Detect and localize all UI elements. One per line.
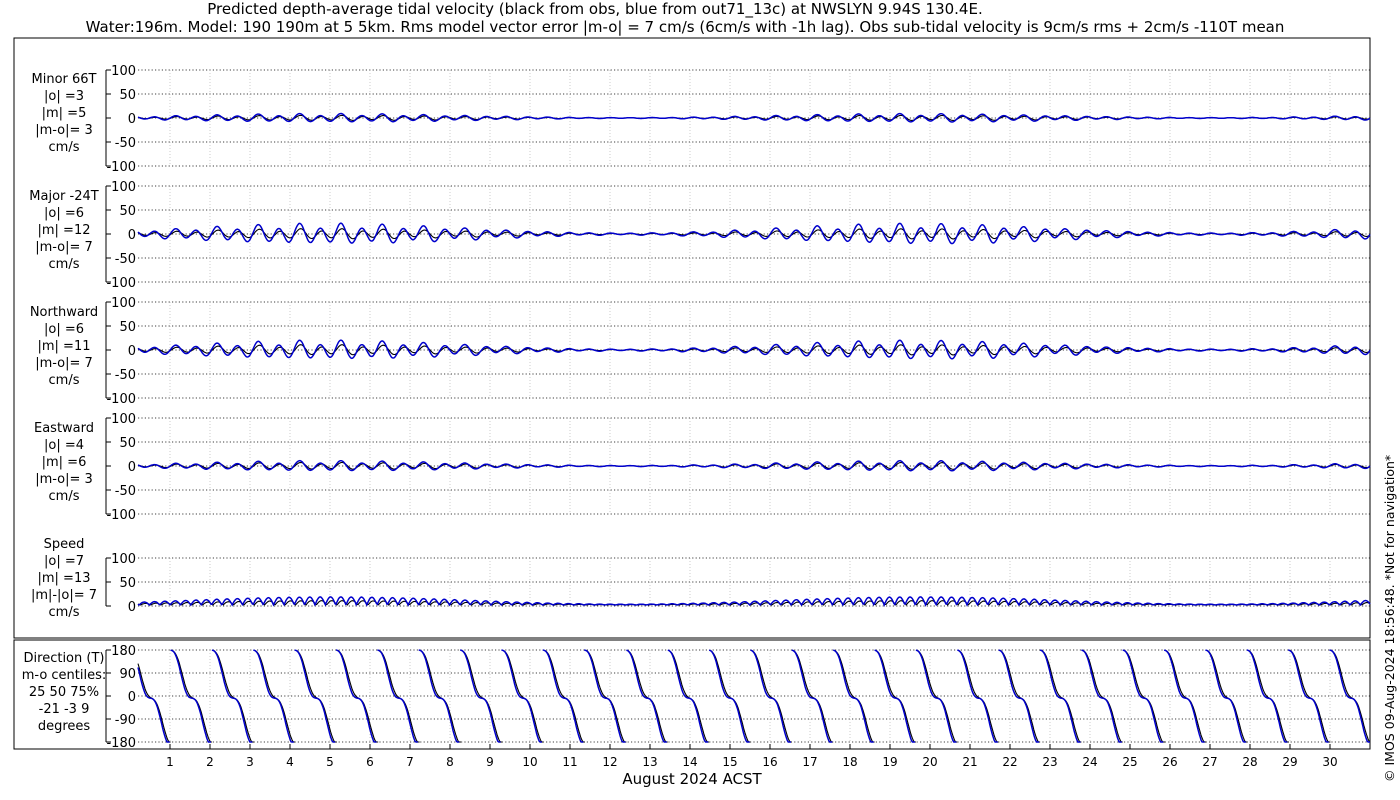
x-tick-label: 5 bbox=[326, 755, 334, 769]
x-tick-label: 12 bbox=[602, 755, 617, 769]
panel-side-label: |o| =7 bbox=[44, 554, 84, 569]
y-tick-label: 90 bbox=[119, 667, 136, 682]
panel-side-label: |m-o|= 7 bbox=[35, 240, 93, 255]
y-tick-label: 100 bbox=[111, 296, 136, 311]
panel-side-label: |m-o|= 3 bbox=[35, 123, 93, 138]
x-tick-label: 22 bbox=[1002, 755, 1017, 769]
y-tick-label: -100 bbox=[106, 160, 136, 175]
x-tick-label: 16 bbox=[762, 755, 777, 769]
y-tick-label: 100 bbox=[111, 64, 136, 79]
y-tick-label: 50 bbox=[119, 576, 136, 591]
panel-side-label: cm/s bbox=[49, 605, 80, 620]
y-tick-label: 0 bbox=[128, 112, 136, 127]
panel-side-label: Eastward bbox=[34, 421, 94, 436]
panel-side-label: cm/s bbox=[49, 373, 80, 388]
x-tick-label: 13 bbox=[642, 755, 657, 769]
panel-side-label: cm/s bbox=[49, 140, 80, 155]
x-tick-label: 23 bbox=[1042, 755, 1057, 769]
panel-side-label: |m| =5 bbox=[42, 106, 87, 121]
x-tick-label: 15 bbox=[722, 755, 737, 769]
panel-side-label: cm/s bbox=[49, 257, 80, 272]
copyright-notice: © IMOS 09-Aug-2024 18:56:48. *Not for na… bbox=[1382, 454, 1397, 782]
y-tick-label: 0 bbox=[128, 600, 136, 615]
y-tick-label: 0 bbox=[128, 228, 136, 243]
panel-side-label: |o| =4 bbox=[44, 438, 84, 453]
panel-side-label: -21 -3 9 bbox=[39, 702, 90, 717]
panel-side-label: |m-o|= 3 bbox=[35, 472, 93, 487]
y-tick-label: -50 bbox=[115, 252, 136, 267]
panel-side-label: |o| =3 bbox=[44, 89, 84, 104]
x-tick-label: 30 bbox=[1322, 755, 1337, 769]
x-tick-label: 3 bbox=[246, 755, 254, 769]
y-tick-label: 0 bbox=[128, 460, 136, 475]
y-tick-label: 0 bbox=[128, 690, 136, 705]
x-tick-label: 20 bbox=[922, 755, 937, 769]
y-tick-label: 50 bbox=[119, 204, 136, 219]
panel-side-label: 25 50 75% bbox=[29, 685, 99, 700]
y-tick-label: 0 bbox=[128, 344, 136, 359]
y-tick-label: 50 bbox=[119, 88, 136, 103]
x-tick-label: 9 bbox=[486, 755, 494, 769]
y-tick-label: 50 bbox=[119, 320, 136, 335]
panel-side-label: Direction (T) bbox=[24, 651, 105, 666]
x-tick-label: 2 bbox=[206, 755, 214, 769]
y-tick-label: -100 bbox=[106, 508, 136, 523]
x-tick-label: 1 bbox=[166, 755, 174, 769]
x-tick-label: 17 bbox=[802, 755, 817, 769]
panel-side-label: |m-o|= 7 bbox=[35, 356, 93, 371]
panel-side-label: cm/s bbox=[49, 489, 80, 504]
y-tick-label: -50 bbox=[115, 136, 136, 151]
y-tick-label: -100 bbox=[106, 276, 136, 291]
panel-side-label: |o| =6 bbox=[44, 322, 84, 337]
panel-side-label: |m| =12 bbox=[38, 223, 91, 238]
y-tick-label: -180 bbox=[106, 736, 136, 751]
panel-side-label: Speed bbox=[44, 537, 85, 552]
panel-side-label: |o| =6 bbox=[44, 206, 84, 221]
x-tick-label: 21 bbox=[962, 755, 977, 769]
y-tick-label: 100 bbox=[111, 180, 136, 195]
x-tick-label: 29 bbox=[1282, 755, 1297, 769]
y-tick-label: -100 bbox=[106, 392, 136, 407]
y-tick-label: 50 bbox=[119, 436, 136, 451]
x-tick-label: 26 bbox=[1162, 755, 1177, 769]
x-tick-label: 28 bbox=[1242, 755, 1257, 769]
panel-side-label: Minor 66T bbox=[32, 72, 97, 87]
panel-side-label: degrees bbox=[38, 719, 91, 734]
panel-side-label: Major -24T bbox=[29, 189, 98, 204]
y-tick-label: -90 bbox=[115, 713, 136, 728]
x-tick-label: 10 bbox=[522, 755, 537, 769]
panel-side-label: |m| =6 bbox=[42, 455, 87, 470]
y-tick-label: 100 bbox=[111, 412, 136, 427]
x-tick-label: 4 bbox=[286, 755, 294, 769]
panel-side-label: |m| =11 bbox=[38, 339, 91, 354]
y-tick-label: 100 bbox=[111, 552, 136, 567]
x-tick-label: 6 bbox=[366, 755, 374, 769]
y-tick-label: -50 bbox=[115, 368, 136, 383]
x-tick-label: 7 bbox=[406, 755, 414, 769]
x-tick-label: 24 bbox=[1082, 755, 1097, 769]
x-tick-label: 27 bbox=[1202, 755, 1217, 769]
chart-area: 100500-50-100100500-50-100100500-50-1001… bbox=[13, 37, 1371, 788]
x-tick-label: 14 bbox=[682, 755, 697, 769]
y-tick-label: 180 bbox=[111, 644, 136, 659]
x-tick-label: 19 bbox=[882, 755, 897, 769]
x-tick-label: 11 bbox=[562, 755, 577, 769]
tidal-velocity-figure: Predicted depth-average tidal velocity (… bbox=[0, 0, 1400, 800]
x-axis-label: August 2024 ACST bbox=[622, 770, 762, 788]
upper-panel-frame bbox=[13, 37, 1371, 639]
x-tick-label: 25 bbox=[1122, 755, 1137, 769]
panel-side-label: m-o centiles: bbox=[22, 668, 107, 683]
panel-side-label: Northward bbox=[30, 305, 98, 320]
panel-side-label: |m| =13 bbox=[38, 571, 91, 586]
x-tick-label: 18 bbox=[842, 755, 857, 769]
y-tick-label: -50 bbox=[115, 484, 136, 499]
x-tick-label: 8 bbox=[446, 755, 454, 769]
panel-side-label: |m|-|o|= 7 bbox=[31, 588, 97, 603]
